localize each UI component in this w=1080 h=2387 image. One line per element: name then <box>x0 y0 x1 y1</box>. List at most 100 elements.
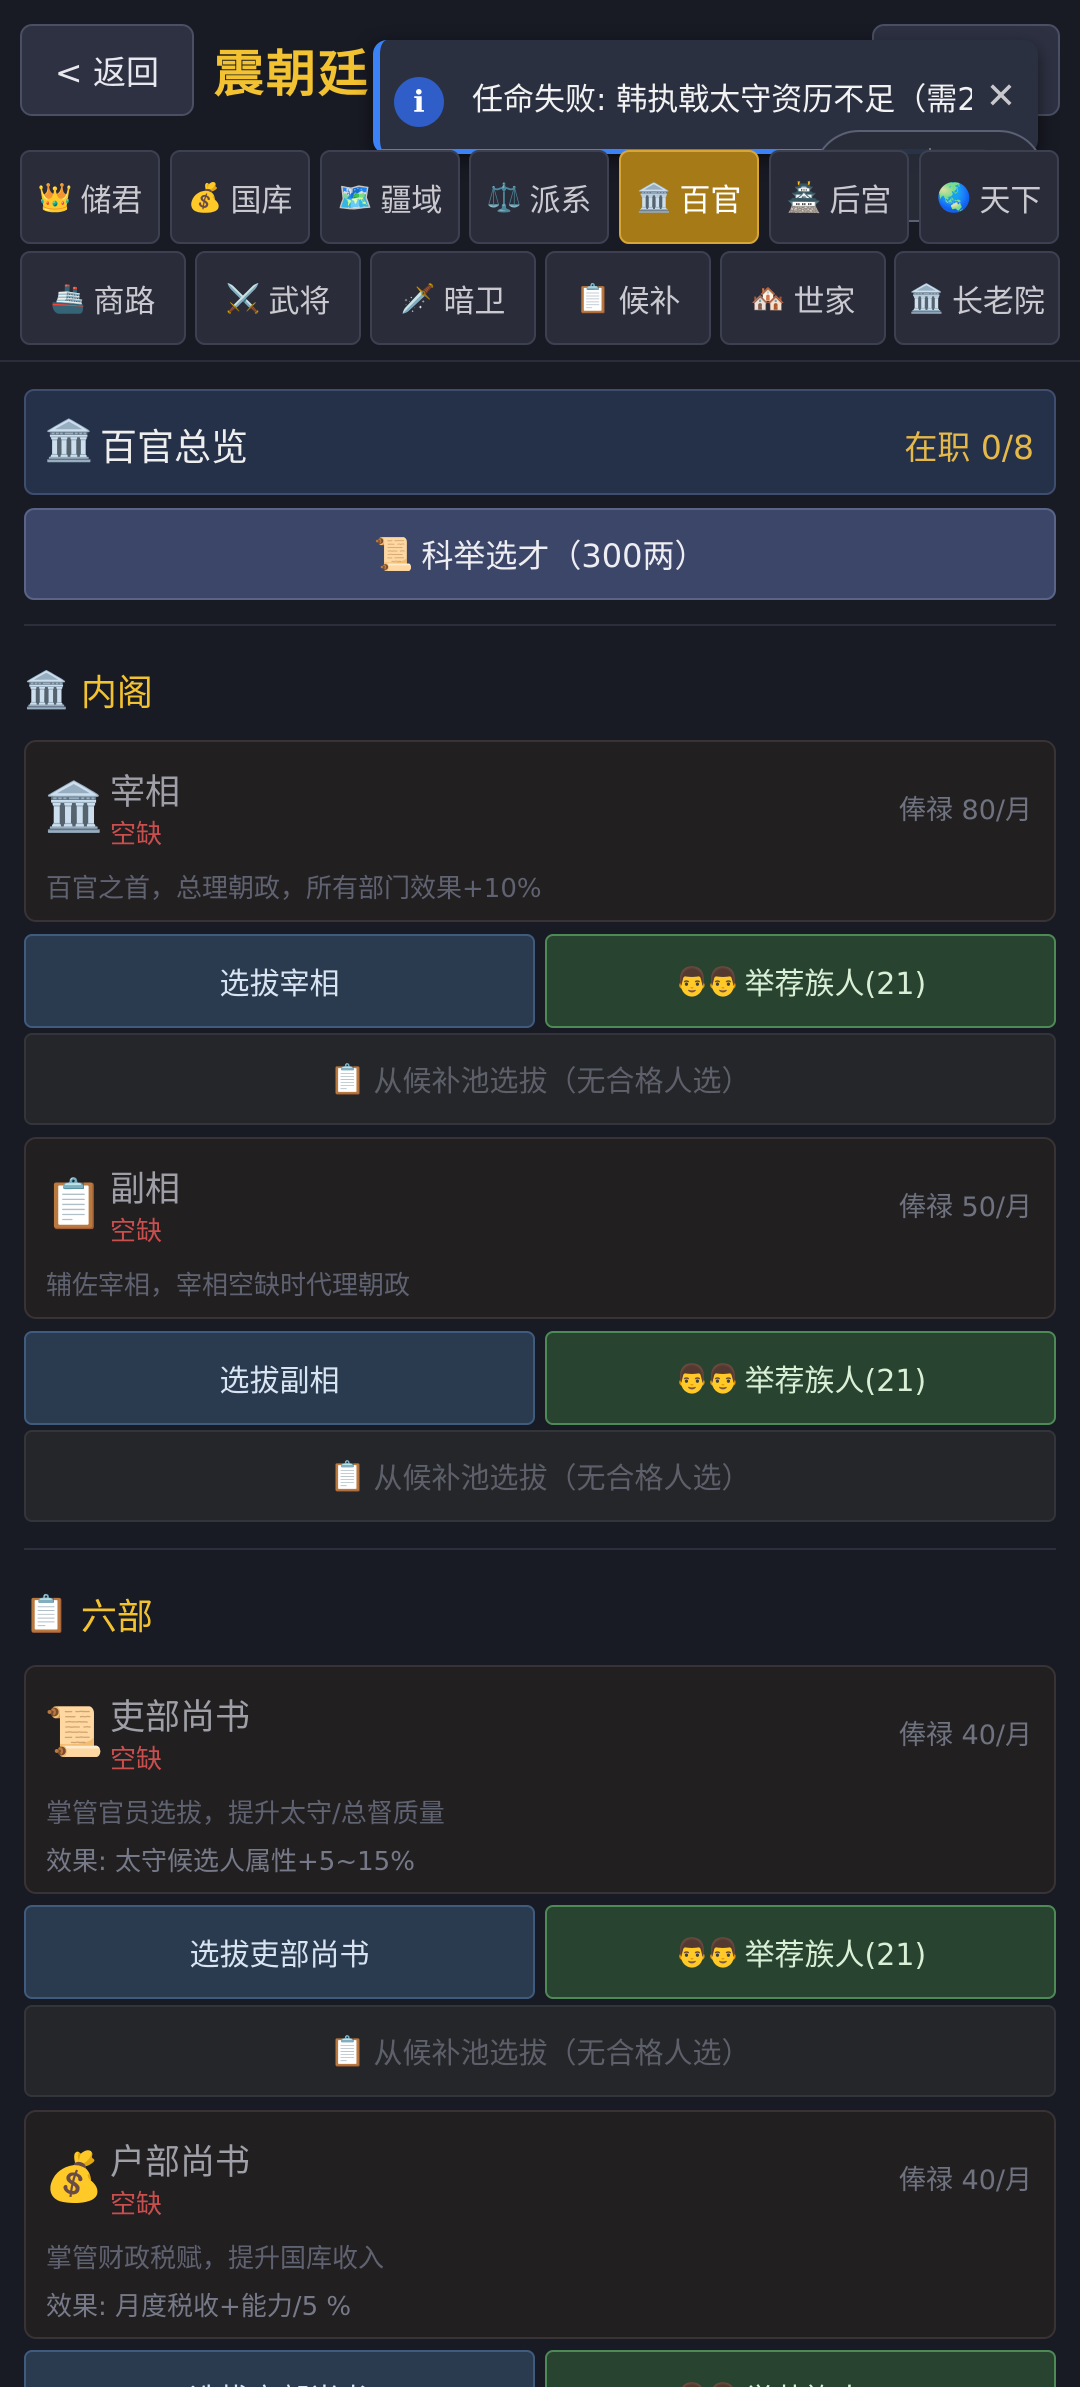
tab-label: 派系 <box>529 182 592 219</box>
scroll-icon: 📜 <box>44 1704 104 1760</box>
classical-building-icon: 🏛️ <box>44 418 94 464</box>
position-description: 掌管官员选拔，提升太守/总督质量 <box>46 1799 445 1829</box>
crossed-swords-icon: ⚔️ <box>225 281 261 315</box>
clipboard-icon: 📋 <box>329 2033 366 2068</box>
vacancy-status: 空缺 <box>110 1217 163 1247</box>
position-card-vice-chancellor: 📋 副相 空缺 俸禄 50/月 辅佐宰相，宰相空缺时代理朝政 <box>24 1137 1056 1319</box>
globe-icon: 🌏 <box>936 180 972 214</box>
tab-label: 长老院 <box>951 283 1045 320</box>
recommend-label: 举荐族人(21) <box>745 2375 927 2387</box>
position-card-revenue-minister: 💰 户部尚书 空缺 俸禄 40/月 掌管财政税赋，提升国库收入 效果: 月度税收… <box>24 2110 1056 2339</box>
ship-icon: 🚢 <box>50 281 86 315</box>
classical-building-icon: 🏛️ <box>636 180 672 214</box>
position-card-chancellor: 🏛️ 宰相 空缺 俸禄 80/月 百官之首，总理朝政，所有部门效果+10% <box>24 740 1056 922</box>
money-bag-icon: 💰 <box>187 180 223 214</box>
select-personnel-minister-button[interactable]: 选拔吏部尚书 <box>24 1905 535 1999</box>
divider <box>0 360 1080 362</box>
tab-shanglu[interactable]: 🚢 商路 <box>20 251 186 345</box>
select-chancellor-button[interactable]: 选拔宰相 <box>24 934 535 1028</box>
tab-label: 后宫 <box>829 182 892 219</box>
tab-wujiang[interactable]: ⚔️ 武将 <box>195 251 361 345</box>
people-icon: 👨👨 <box>674 1361 741 1395</box>
vacancy-status: 空缺 <box>110 2190 163 2220</box>
tab-paixi[interactable]: ⚖️ 派系 <box>469 150 609 244</box>
dagger-icon: 🗡️ <box>400 281 436 315</box>
overview-title: 百官总览 <box>100 426 248 469</box>
tab-label: 天下 <box>979 182 1042 219</box>
clipboard-icon: 📋 <box>329 1458 366 1493</box>
select-from-pool-button[interactable]: 📋 从候补池选拔（无合格人选） <box>24 2005 1056 2097</box>
tab-label: 武将 <box>268 283 331 320</box>
page-title: 震朝廷 <box>214 45 370 103</box>
position-effect: 效果: 太守候选人属性+5~15% <box>46 1847 415 1877</box>
select-from-pool-button[interactable]: 📋 从候补池选拔（无合格人选） <box>24 1430 1056 1522</box>
toast-message: 任命失败: 韩执戟太守资历不足（需24 <box>472 82 972 118</box>
tab-zhanglaoyuan[interactable]: 🏛️ 长老院 <box>894 251 1060 345</box>
castle-icon: 🏯 <box>786 180 822 214</box>
tab-label: 国库 <box>230 182 293 219</box>
section-label: 六部 <box>80 1597 153 1638</box>
scales-icon: ⚖️ <box>486 180 522 214</box>
tab-hougong[interactable]: 🏯 后宫 <box>769 150 909 244</box>
tab-chujun[interactable]: 👑 储君 <box>20 150 160 244</box>
recommend-clansman-button[interactable]: 👨👨 举荐族人(21) <box>545 2350 1056 2387</box>
classical-building-icon: 🏛️ <box>909 281 944 315</box>
pool-label: 从候补池选拔（无合格人选） <box>373 1064 751 1098</box>
position-name: 户部尚书 <box>110 2143 251 2183</box>
tab-tianxia[interactable]: 🌏 天下 <box>919 150 1059 244</box>
section-label: 内阁 <box>80 673 153 714</box>
tab-label: 暗卫 <box>443 283 506 320</box>
salary: 俸禄 40/月 <box>898 2165 1032 2196</box>
tab-baiguan[interactable]: 🏛️ 百官 <box>619 150 759 244</box>
divider <box>24 624 1056 626</box>
people-icon: 👨👨 <box>674 964 741 998</box>
close-icon[interactable]: ✕ <box>986 76 1016 117</box>
officials-overview: 🏛️ 百官总览 在职 0/8 <box>24 389 1056 495</box>
section-neige-title: 🏛️ 内阁 <box>24 664 153 716</box>
tab-shijia[interactable]: 🏘️ 世家 <box>720 251 886 345</box>
people-icon: 👨👨 <box>674 1935 741 1969</box>
position-description: 辅佐宰相，宰相空缺时代理朝政 <box>46 1271 411 1301</box>
houses-icon: 🏘️ <box>750 281 786 315</box>
tab-jiangyu[interactable]: 🗺️ 疆域 <box>320 150 460 244</box>
salary: 俸禄 40/月 <box>898 1720 1032 1751</box>
recommend-clansman-button[interactable]: 👨👨 举荐族人(21) <box>545 1905 1056 1999</box>
tab-label: 百官 <box>679 182 742 219</box>
in-office-count: 在职 0/8 <box>904 428 1034 467</box>
map-icon: 🗺️ <box>337 180 373 214</box>
tab-label: 候补 <box>618 283 681 320</box>
section-liubu-title: 📋 六部 <box>24 1588 153 1640</box>
position-description: 百官之首，总理朝政，所有部门效果+10% <box>46 874 542 904</box>
tab-houbu[interactable]: 📋 候补 <box>545 251 711 345</box>
money-bag-icon: 💰 <box>44 2149 104 2205</box>
crown-icon: 👑 <box>37 180 73 214</box>
position-card-personnel-minister: 📜 吏部尚书 空缺 俸禄 40/月 掌管官员选拔，提升太守/总督质量 效果: 太… <box>24 1665 1056 1894</box>
clipboard-icon: 📋 <box>24 1594 69 1635</box>
clipboard-icon: 📋 <box>329 1061 366 1096</box>
recommend-label: 举荐族人(21) <box>744 1938 927 1973</box>
recommend-clansman-button[interactable]: 👨👨 举荐族人(21) <box>545 1331 1056 1425</box>
pool-label: 从候补池选拔（无合格人选） <box>373 1461 751 1495</box>
classical-building-icon: 🏛️ <box>24 670 69 711</box>
select-revenue-minister-button[interactable]: 选拔户部尚书 <box>24 2350 535 2387</box>
divider <box>24 1548 1056 1550</box>
recommend-label: 举荐族人(21) <box>744 1364 927 1399</box>
back-button[interactable]: < 返回 <box>20 24 194 116</box>
clipboard-icon: 📋 <box>44 1176 104 1232</box>
imperial-exam-label: 科举选才（300两） <box>421 537 707 575</box>
tab-label: 商路 <box>93 283 156 320</box>
select-from-pool-button[interactable]: 📋 从候补池选拔（无合格人选） <box>24 1033 1056 1125</box>
recommend-label: 举荐族人(21) <box>744 967 927 1002</box>
tab-label: 世家 <box>793 283 856 320</box>
imperial-exam-button[interactable]: 📜 科举选才（300两） <box>24 508 1056 600</box>
select-vice-chancellor-button[interactable]: 选拔副相 <box>24 1331 535 1425</box>
pool-label: 从候补池选拔（无合格人选） <box>373 2036 751 2070</box>
position-effect: 效果: 月度税收+能力/5 % <box>46 2292 352 2322</box>
tab-anwei[interactable]: 🗡️ 暗卫 <box>370 251 536 345</box>
salary: 俸禄 50/月 <box>898 1192 1032 1223</box>
scroll-icon: 📜 <box>373 535 414 573</box>
info-icon: i <box>394 77 444 127</box>
recommend-clansman-button[interactable]: 👨👨 举荐族人(21) <box>545 934 1056 1028</box>
tab-guoku[interactable]: 💰 国库 <box>170 150 310 244</box>
position-name: 副相 <box>110 1170 181 1210</box>
